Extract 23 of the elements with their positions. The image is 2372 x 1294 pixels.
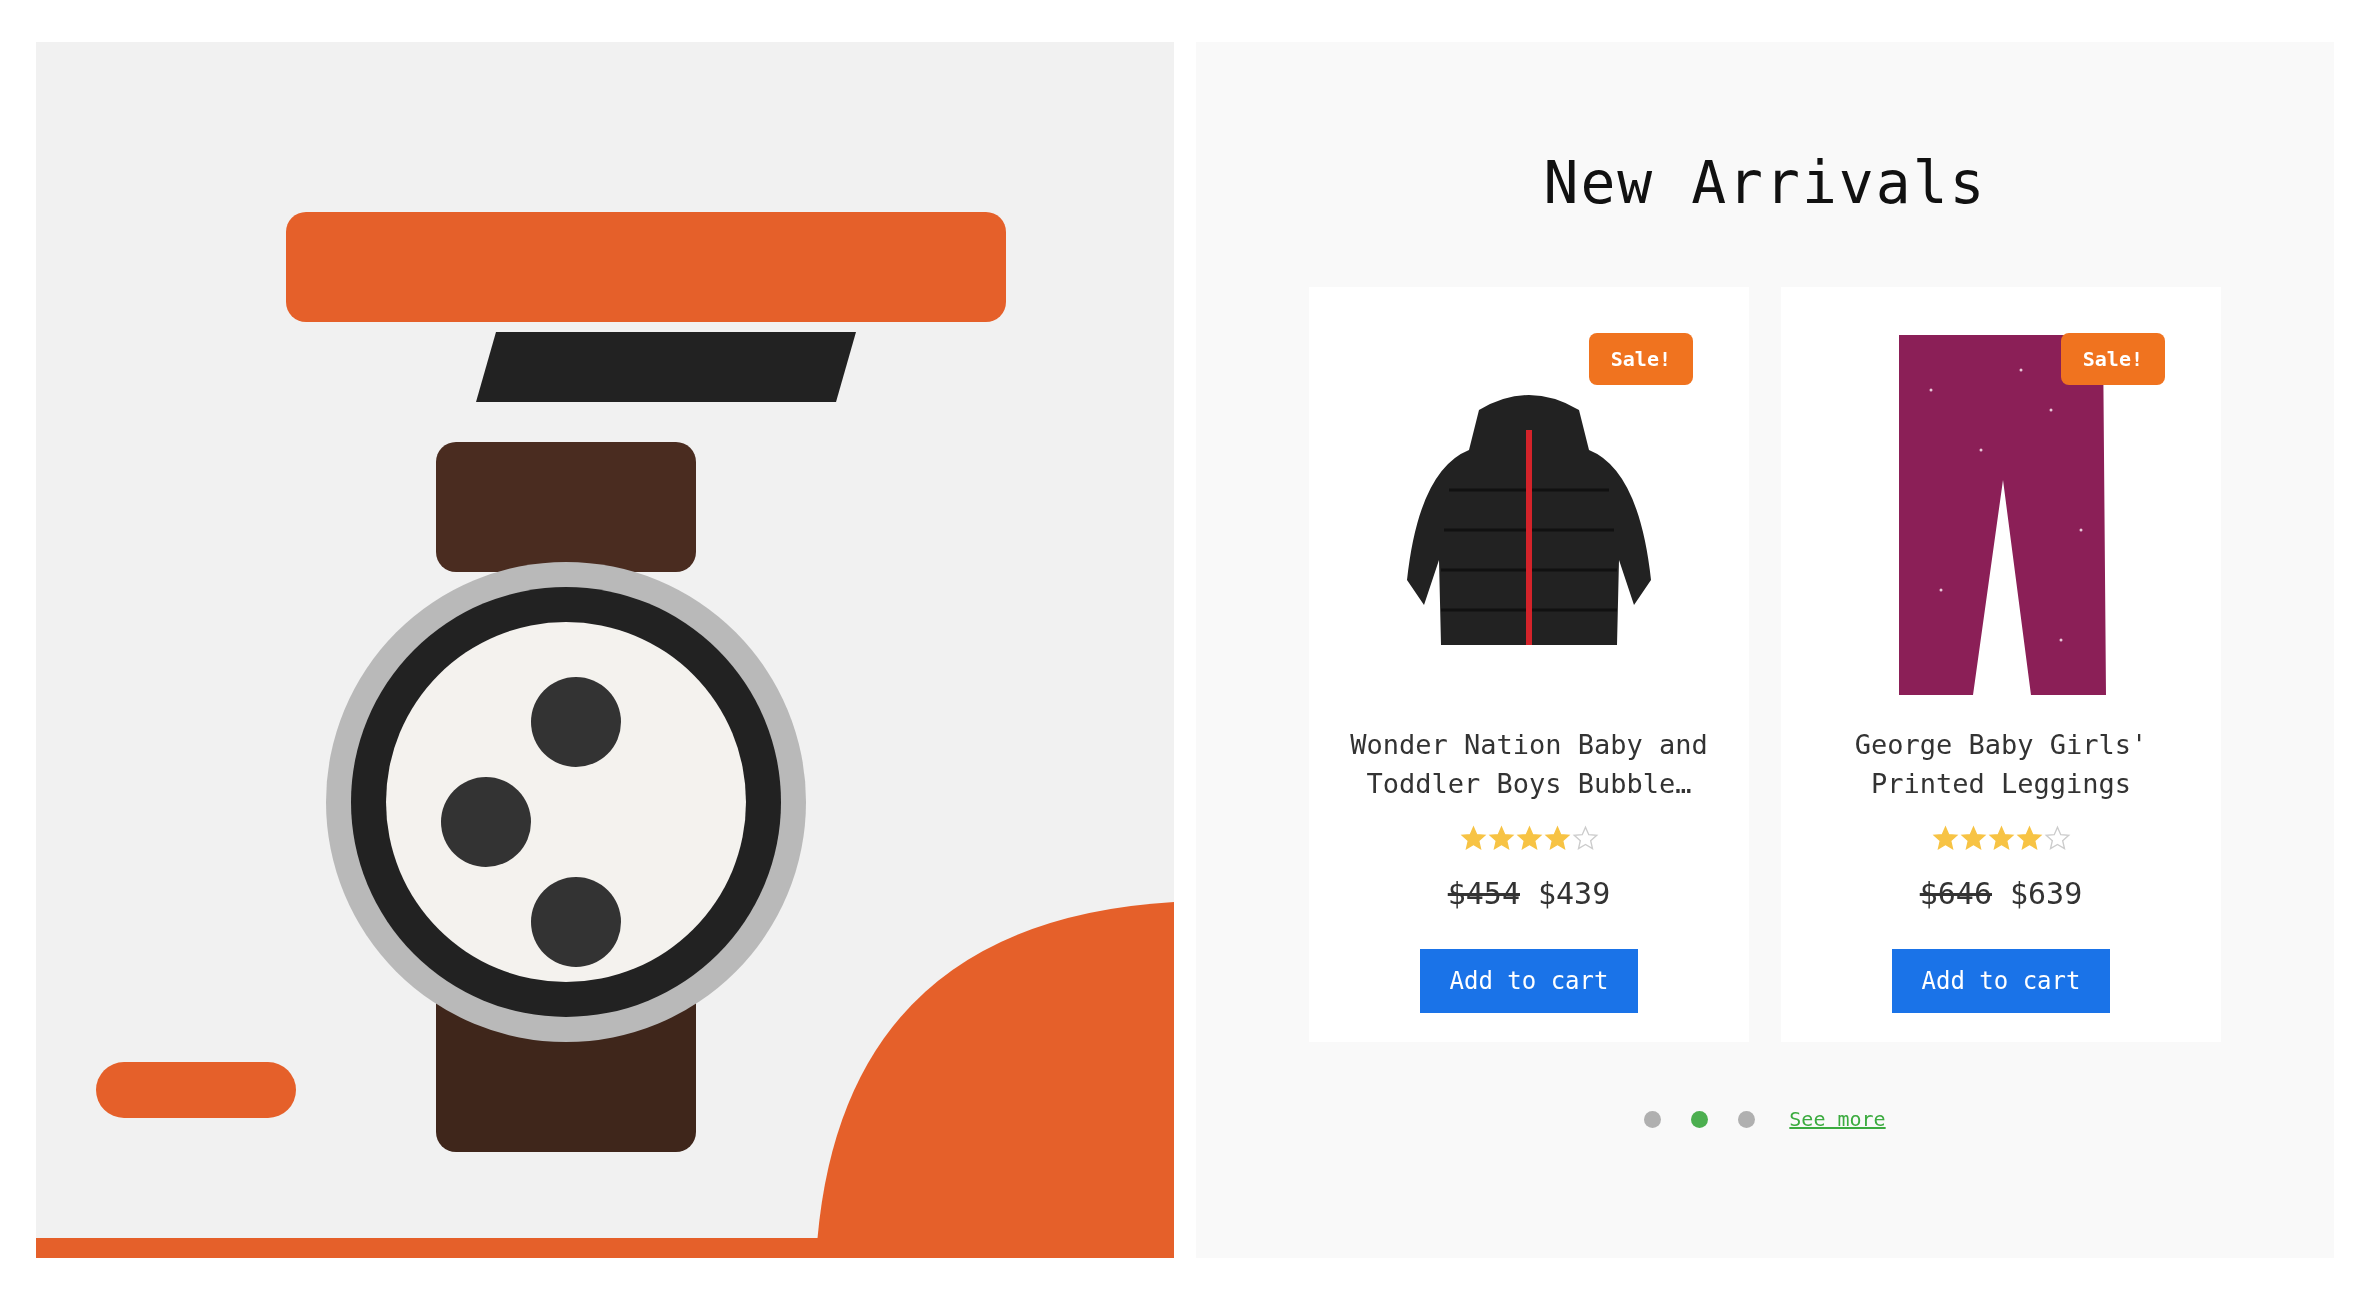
carousel-dot[interactable] [1644, 1110, 1662, 1128]
filled-star-icon [1459, 825, 1487, 852]
sale-price: $439 [1538, 876, 1611, 911]
see-more-link[interactable]: See more [1789, 1107, 1886, 1131]
section-title: New Arrivals [1543, 154, 1987, 212]
filled-star-icon [1515, 825, 1543, 852]
filled-star-icon [1931, 825, 1959, 852]
original-price: $646 [1919, 876, 1992, 911]
add-to-cart-button[interactable]: Add to cart [1419, 949, 1639, 1013]
original-price: $454 [1447, 876, 1520, 911]
sale-badge: Sale! [2060, 333, 2165, 385]
carousel-dot[interactable] [1691, 1110, 1709, 1128]
filled-star-icon [1959, 825, 1987, 852]
product-name: Wonder Nation Baby and Toddler Boys Bubble… [1349, 728, 1709, 801]
sale-price: $639 [2010, 876, 2083, 911]
filled-star-icon [1487, 825, 1515, 852]
filled-star-icon [2015, 825, 2043, 852]
sale-badge: Sale! [1588, 333, 1693, 385]
filled-star-icon [1543, 825, 1571, 852]
filled-star-icon [1987, 825, 2015, 852]
carousel-dot[interactable] [1738, 1110, 1756, 1128]
add-to-cart-button[interactable]: Add to cart [1891, 949, 2111, 1013]
product-name: George Baby Girls' Printed Leggings [1853, 728, 2149, 801]
